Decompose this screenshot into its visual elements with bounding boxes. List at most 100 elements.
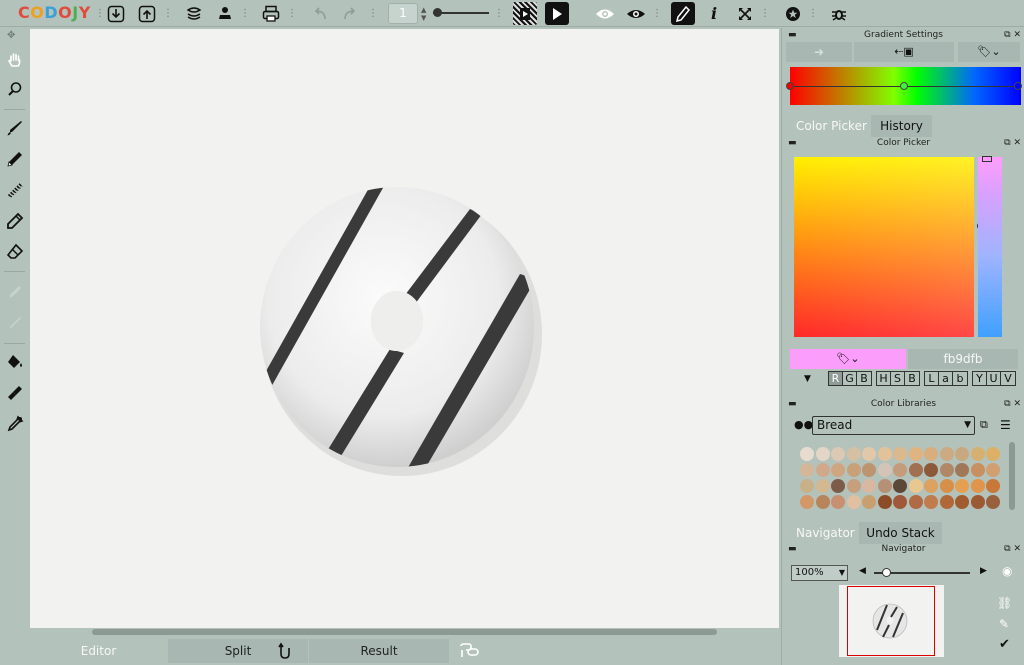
pen-tool[interactable]	[2, 208, 27, 233]
slider-knob[interactable]	[433, 8, 442, 17]
zoom-tool[interactable]	[2, 76, 27, 101]
frame-stepper[interactable]: ▲ ▼	[421, 2, 426, 25]
pencil-icon[interactable]: ✎	[999, 617, 1009, 631]
color-swatch[interactable]	[800, 447, 814, 461]
undo-button[interactable]	[308, 2, 332, 25]
tab-navigator[interactable]: Navigator	[790, 522, 861, 544]
color-swatch[interactable]	[955, 463, 969, 477]
color-swatch[interactable]	[893, 447, 907, 461]
color-swatch[interactable]	[862, 447, 876, 461]
link-icon[interactable]: ⛓	[997, 596, 1012, 610]
fullscreen-button[interactable]	[733, 2, 757, 25]
zoom-slider-knob[interactable]	[882, 568, 891, 577]
color-swatch[interactable]	[831, 495, 845, 509]
close-icon[interactable]: ✕	[1013, 138, 1021, 148]
color-swatch[interactable]	[893, 463, 907, 477]
stamp-button[interactable]	[213, 2, 237, 25]
color-swatch[interactable]	[924, 495, 938, 509]
preview-button[interactable]	[593, 2, 617, 25]
tab-history[interactable]: History	[871, 115, 932, 137]
brush-mode-button[interactable]	[671, 2, 695, 25]
mode-Bv[interactable]: B	[905, 372, 919, 385]
mode-B[interactable]: B	[857, 372, 871, 385]
color-swatch[interactable]	[939, 479, 954, 493]
color-swatch[interactable]	[924, 463, 938, 477]
mode-L[interactable]: L	[925, 372, 939, 385]
collapse-icon[interactable]: ▬	[788, 544, 797, 554]
hex-input[interactable]: fb9dfb	[908, 349, 1018, 369]
color-swatch[interactable]	[846, 447, 861, 461]
color-swatch[interactable]	[800, 495, 814, 509]
frame-number-input[interactable]: 1	[388, 3, 418, 24]
color-swatch[interactable]	[908, 447, 923, 461]
onion-skin-button[interactable]	[624, 2, 648, 25]
color-swatch[interactable]	[939, 463, 954, 477]
color-swatch[interactable]	[908, 479, 923, 493]
mode-H[interactable]: H	[877, 372, 891, 385]
tab-color-picker[interactable]: Color Picker	[790, 115, 873, 137]
color-swatch[interactable]	[800, 463, 814, 477]
fill-tool[interactable]	[2, 349, 27, 374]
airbrush-tool[interactable]	[2, 177, 27, 202]
library-select[interactable]: Bread ▼	[812, 416, 975, 435]
print-button[interactable]	[259, 2, 283, 25]
plugins-button[interactable]	[827, 2, 851, 25]
frame-slider[interactable]	[433, 8, 489, 17]
color-swatch[interactable]	[815, 495, 830, 509]
color-swatch[interactable]	[955, 495, 969, 509]
swatch-scrollbar[interactable]	[1009, 442, 1015, 510]
color-swatch[interactable]	[955, 447, 969, 461]
favorites-button[interactable]	[781, 2, 805, 25]
brush-tool[interactable]	[2, 115, 27, 140]
navigator-thumbnail[interactable]	[839, 585, 944, 657]
gradient-tag-dropdown[interactable]: 🏷⌄	[958, 42, 1020, 62]
color-swatch[interactable]	[986, 447, 1000, 461]
sync-view-button[interactable]	[458, 639, 480, 662]
export-button[interactable]	[135, 2, 159, 25]
import-button[interactable]	[104, 2, 128, 25]
mode-S[interactable]: S	[891, 372, 905, 385]
close-icon[interactable]: ✕	[1013, 399, 1021, 409]
color-swatch[interactable]	[800, 479, 814, 493]
tab-result[interactable]: Result	[309, 639, 449, 663]
hue-slider-handle[interactable]	[982, 156, 992, 162]
gradient-stop-green[interactable]	[900, 82, 908, 90]
color-swatch[interactable]	[908, 495, 923, 509]
color-swatch[interactable]	[877, 479, 892, 493]
color-swatch[interactable]	[970, 495, 985, 509]
mode-menu-arrow-icon[interactable]: ▼	[804, 374, 811, 384]
color-swatch[interactable]	[986, 479, 1000, 493]
color-swatch[interactable]	[955, 479, 969, 493]
collapse-icon[interactable]: ▬	[788, 399, 797, 409]
drawing-canvas[interactable]	[30, 29, 779, 628]
color-swatch[interactable]	[846, 479, 861, 493]
float-icon[interactable]: ⧉	[1004, 138, 1010, 148]
zoom-select[interactable]: 100% ▼	[791, 565, 848, 581]
gradient-stop-blue[interactable]	[1014, 82, 1022, 90]
checkmark-icon[interactable]: ✔	[999, 637, 1010, 652]
info-button[interactable]: i	[702, 2, 726, 25]
color-swatch[interactable]	[815, 447, 830, 461]
gradient-bar[interactable]	[786, 67, 1022, 105]
color-swatch[interactable]	[970, 447, 985, 461]
color-swatch[interactable]	[862, 463, 876, 477]
current-color-swatch[interactable]: 🏷⌄	[790, 349, 906, 369]
stamp-tool[interactable]	[2, 380, 27, 405]
color-swatch[interactable]	[986, 463, 1000, 477]
color-swatch[interactable]	[877, 495, 892, 509]
zoom-slider[interactable]	[874, 568, 970, 577]
tab-editor[interactable]: Editor	[30, 639, 167, 663]
pencil-tool[interactable]	[2, 146, 27, 171]
redo-button[interactable]	[338, 2, 362, 25]
zoom-out-arrow-icon[interactable]: ◀	[859, 566, 866, 576]
eyedropper-tool[interactable]	[2, 411, 27, 436]
color-swatch[interactable]	[877, 463, 892, 477]
gradient-apply-button[interactable]: ➜	[786, 42, 852, 62]
color-swatch[interactable]	[846, 463, 861, 477]
color-swatch[interactable]	[924, 447, 938, 461]
color-swatch[interactable]	[924, 479, 938, 493]
close-icon[interactable]: ✕	[1013, 30, 1021, 40]
mode-a[interactable]: a	[939, 372, 953, 385]
navigator-viewport-rect[interactable]	[847, 586, 935, 656]
color-swatch[interactable]	[908, 463, 923, 477]
